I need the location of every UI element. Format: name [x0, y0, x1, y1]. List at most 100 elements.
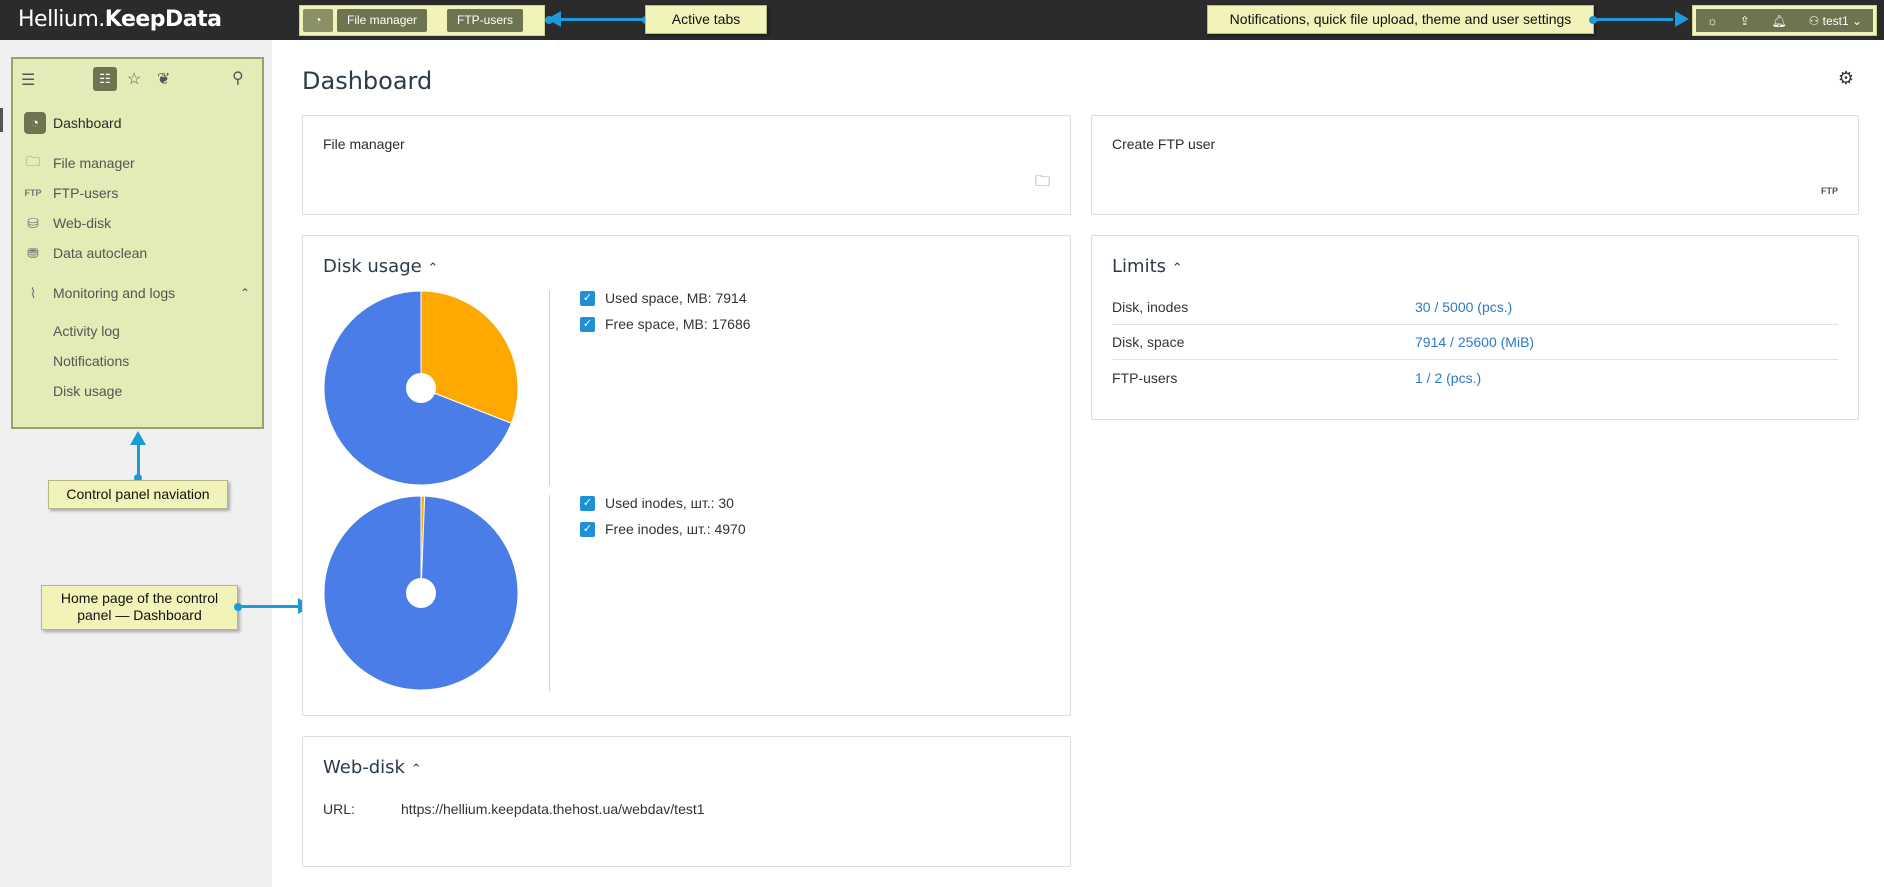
pie-center-hole — [406, 373, 436, 403]
sidebar-nav: ☰ ☷ ☆ ❦ ⚲ ◔ Dashboard 🗀 File manager FTP FT… — [11, 57, 264, 429]
pie-chart-icon: ◔ — [24, 112, 46, 134]
ftp-icon: FTP — [24, 188, 42, 198]
tab-ftp-users[interactable]: FTP-users — [447, 9, 524, 32]
card-title: File manager — [323, 136, 405, 152]
card-heading: Limits — [1112, 256, 1166, 277]
upload-icon[interactable]: ⇪ — [1740, 14, 1750, 28]
disk-usage-card: Disk usage ⌃ ✓ Used space, МВ: 7914 ✓ Free… — [302, 235, 1071, 716]
limit-label: Disk, space — [1112, 334, 1185, 350]
disk-usage-title[interactable]: Disk usage ⌃ — [323, 256, 438, 277]
sidebar-item-label: Dashboard — [53, 115, 122, 131]
sidebar-item-label: FTP-users — [53, 185, 119, 201]
chevron-up-icon: ⌃ — [239, 286, 250, 300]
divider — [549, 495, 550, 691]
sidebar-item-dashboard[interactable]: ◔ Dashboard — [13, 109, 262, 137]
limit-label: Disk, inodes — [1112, 299, 1189, 315]
limit-value[interactable]: 1 / 2 (pcs.) — [1415, 370, 1481, 386]
web-disk-icon: ⛁ — [27, 214, 39, 231]
divider — [549, 290, 550, 486]
checkbox-icon: ✓ — [580, 521, 595, 537]
web-disk-url[interactable]: https://hellium.keepdata.thehost.ua/webd… — [401, 801, 705, 817]
legend-used-inodes[interactable]: ✓ Used inodes, шт.: 30 — [580, 495, 734, 511]
annotation-active-tabs: Active tabs — [645, 5, 767, 34]
top-right-tools: ☼ ⇪ 🔔︎ ⚇ test1 ⌄ — [1692, 5, 1877, 36]
arrow-head — [1675, 11, 1689, 27]
autoclean-icon: ⛃ — [27, 244, 39, 261]
legend-free-inodes[interactable]: ✓ Free inodes, шт.: 4970 — [580, 521, 746, 537]
brand-bold: KeepData — [104, 7, 222, 32]
chart-line-icon: ⌇ — [29, 284, 37, 301]
limit-value[interactable]: 7914 / 25600 (MiB) — [1415, 334, 1534, 350]
gear-icon[interactable]: ⚙ — [1838, 68, 1854, 89]
sidebar-subitem-notifications[interactable]: Notifications — [53, 353, 129, 369]
search-icon[interactable]: ⚲ — [232, 68, 244, 88]
file-manager-card[interactable]: File manager 🗀 — [302, 115, 1071, 215]
sidebar-item-monitoring[interactable]: ⌇ Monitoring and logs ⌃ — [13, 279, 262, 307]
folder-icon: 🗀 — [1034, 173, 1050, 190]
legend-used-space[interactable]: ✓ Used space, МВ: 7914 — [580, 290, 747, 306]
active-indicator — [0, 108, 3, 132]
annotation-home-line2: panel — Dashboard — [77, 607, 202, 623]
sidebar-subitem-activity-log[interactable]: Activity log — [53, 323, 120, 339]
arrow-line — [137, 444, 140, 476]
menu-icon[interactable]: ☰ — [21, 70, 35, 90]
pie-center-hole — [406, 578, 436, 608]
sidebar-item-label: Data autoclean — [53, 245, 148, 261]
list-view-icon[interactable]: ☷ — [93, 67, 117, 91]
web-disk-card: Web-disk ⌃ URL: https://hellium.keepdata… — [302, 736, 1071, 867]
url-label: URL: — [323, 801, 355, 817]
limits-card: Limits ⌃ Disk, inodes 30 / 5000 (pcs.) Di… — [1091, 235, 1859, 420]
user-menu[interactable]: ⚇ test1 ⌄ — [1809, 14, 1863, 28]
brand-logo[interactable]: Hellium.KeepData — [18, 7, 222, 32]
limit-row: Disk, inodes 30 / 5000 (pcs.) — [1112, 290, 1838, 325]
legend-free-space[interactable]: ✓ Free space, МВ: 17686 — [580, 316, 751, 332]
space-pie-chart — [323, 290, 519, 486]
chevron-down-icon: ⌄ — [1852, 13, 1863, 28]
sidebar-item-web-disk[interactable]: ⛁ Web-disk — [13, 209, 262, 237]
brand-light: Hellium. — [18, 7, 105, 32]
tab-file-manager[interactable]: File manager — [337, 9, 428, 32]
limit-value[interactable]: 30 / 5000 (pcs.) — [1415, 299, 1512, 315]
nav-toolbar: ☰ ☷ ☆ ❦ ⚲ — [13, 59, 262, 107]
arrow-line — [560, 18, 648, 21]
limits-title[interactable]: Limits ⌃ — [1112, 256, 1183, 277]
page-title: Dashboard — [302, 67, 433, 95]
arrow-line — [1593, 18, 1673, 21]
active-tabs-box: ◔ File manager FTP-users — [299, 5, 545, 36]
bell-icon[interactable]: 🔔︎ — [1772, 14, 1787, 28]
annotation-top-right: Notifications, quick file upload, theme … — [1207, 5, 1594, 34]
footprints-icon[interactable]: ❦ — [157, 69, 170, 89]
card-heading: Web-disk — [323, 757, 405, 778]
card-title: Create FTP user — [1112, 136, 1216, 152]
card-heading: Disk usage — [323, 256, 422, 277]
limit-row: Disk, space 7914 / 25600 (MiB) — [1112, 325, 1838, 360]
dashboard-tab[interactable]: ◔ — [303, 9, 333, 32]
sidebar-item-file-manager[interactable]: 🗀 File manager — [13, 149, 262, 177]
sidebar-subitem-disk-usage[interactable]: Disk usage — [53, 383, 122, 399]
sidebar-item-data-autoclean[interactable]: ⛃ Data autoclean — [13, 239, 262, 267]
chevron-up-icon: ⌃ — [427, 261, 439, 276]
checkbox-icon: ✓ — [580, 495, 595, 511]
ftp-icon: FTP — [1821, 186, 1838, 196]
annotation-navigation: Control panel naviation — [48, 480, 228, 509]
create-ftp-user-card[interactable]: Create FTP user FTP — [1091, 115, 1859, 215]
chevron-up-icon: ⌃ — [1171, 261, 1183, 276]
chevron-up-icon: ⌃ — [410, 762, 422, 777]
user-name: test1 — [1822, 13, 1849, 28]
sidebar-item-label: Web-disk — [53, 215, 112, 231]
annotation-home: Home page of the control panel — Dashboar… — [41, 585, 238, 630]
legend-label: Used space, МВ: 7914 — [605, 290, 747, 306]
sidebar-item-ftp-users[interactable]: FTP FTP-users — [13, 179, 262, 207]
user-icon: ⚇ — [1808, 13, 1823, 28]
theme-icon[interactable]: ☼ — [1707, 14, 1718, 28]
web-disk-title[interactable]: Web-disk ⌃ — [323, 757, 422, 778]
arrow-head — [547, 11, 561, 27]
checkbox-icon: ✓ — [580, 316, 595, 332]
star-icon[interactable]: ☆ — [127, 69, 141, 89]
sidebar-item-label: File manager — [53, 155, 135, 171]
legend-label: Free inodes, шт.: 4970 — [605, 521, 746, 537]
pie-chart-icon: ◔ — [314, 13, 322, 27]
sidebar-item-label: Monitoring and logs — [53, 285, 176, 301]
checkbox-icon: ✓ — [580, 290, 595, 306]
limit-row: FTP-users 1 / 2 (pcs.) — [1112, 360, 1838, 395]
